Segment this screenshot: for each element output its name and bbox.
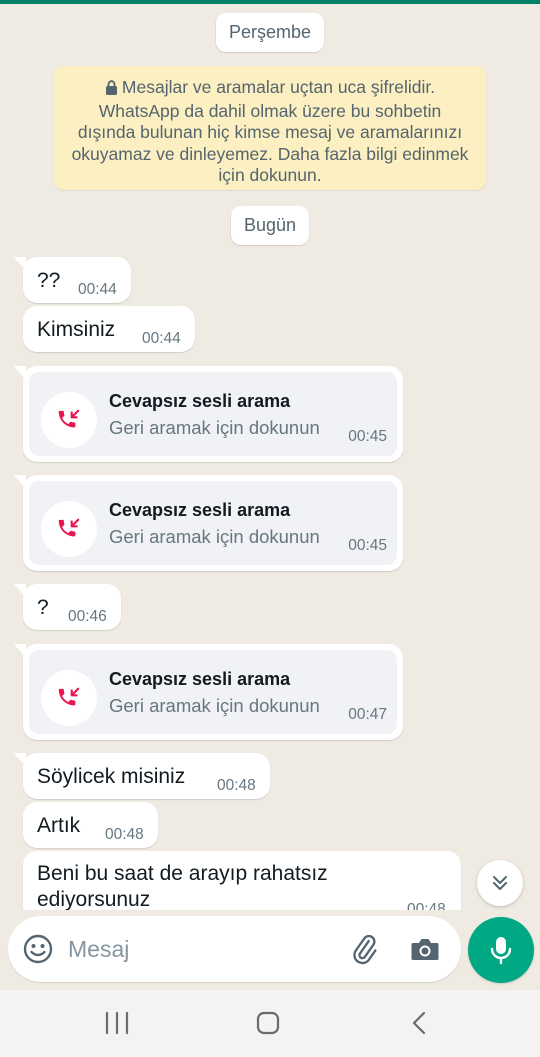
- missed-call-title: Cevapsız sesli arama: [109, 500, 291, 520]
- missed-call-subtitle: Geri aramak için dokunun: [109, 526, 320, 547]
- home-icon[interactable]: [255, 1010, 281, 1041]
- missed-call-subtitle: Geri aramak için dokunun: [109, 695, 320, 716]
- missed-call-card[interactable]: Cevapsız sesli arama Geri aramak için do…: [29, 372, 397, 456]
- message-time: 00:48: [105, 826, 144, 843]
- date-label-previous: Perşembe: [215, 13, 325, 52]
- date-label-today: Bugün: [230, 206, 310, 245]
- message-text: ??: [37, 269, 61, 292]
- message-time: 00:44: [142, 330, 181, 347]
- emoji-icon[interactable]: [22, 933, 54, 970]
- missed-call-bubble[interactable]: Cevapsız sesli arama Geri aramak için do…: [14, 475, 403, 571]
- message-bubble[interactable]: ?? 00:44: [14, 257, 131, 303]
- missed-call-card[interactable]: Cevapsız sesli arama Geri aramak için do…: [29, 650, 397, 734]
- back-icon[interactable]: [408, 1010, 432, 1041]
- message-time: 00:48: [217, 777, 256, 794]
- microphone-icon: [490, 937, 512, 965]
- lock-icon: [105, 79, 118, 101]
- recents-icon[interactable]: [103, 1010, 131, 1041]
- message-text: Beni bu saat de arayıp rahatsız ediyorsu…: [37, 862, 328, 910]
- message-bubble[interactable]: Kimsiniz 00:44: [23, 306, 195, 352]
- message-time: 00:46: [68, 608, 107, 625]
- chat-area[interactable]: Perşembe Mesajlar ve aramalar uçtan uca …: [0, 4, 540, 910]
- message-time: 00:45: [348, 428, 387, 445]
- message-text: ?: [37, 596, 49, 619]
- encryption-notice[interactable]: Mesajlar ve aramalar uçtan uca şifrelidi…: [54, 66, 486, 190]
- message-time: 00:44: [78, 281, 117, 298]
- message-time: 00:48: [407, 901, 446, 910]
- voice-record-button[interactable]: [468, 917, 534, 983]
- message-bubble[interactable]: ? 00:46: [14, 584, 121, 630]
- message-bubble[interactable]: Söylicek misiniz 00:48: [14, 753, 270, 799]
- missed-call-icon: [41, 670, 97, 726]
- double-chevron-down-icon: [493, 876, 507, 890]
- message-time: 00:45: [348, 537, 387, 554]
- system-navigation-bar: [0, 990, 540, 1057]
- missed-call-card[interactable]: Cevapsız sesli arama Geri aramak için do…: [29, 481, 397, 565]
- message-input[interactable]: Mesaj: [68, 936, 129, 963]
- message-text: Kimsiniz: [37, 318, 116, 341]
- missed-call-icon: [41, 501, 97, 557]
- message-text: Artık: [37, 814, 81, 837]
- missed-call-title: Cevapsız sesli arama: [109, 391, 291, 411]
- missed-call-bubble[interactable]: Cevapsız sesli arama Geri aramak için do…: [14, 644, 403, 740]
- encryption-notice-text: Mesajlar ve aramalar uçtan uca şifrelidi…: [71, 77, 469, 185]
- camera-icon[interactable]: [410, 935, 440, 968]
- scroll-to-bottom-button[interactable]: [477, 860, 523, 906]
- message-composer[interactable]: Mesaj: [8, 916, 461, 982]
- message-bubble[interactable]: Artık 00:48: [23, 802, 158, 848]
- message-time: 00:47: [348, 706, 387, 723]
- missed-call-bubble[interactable]: Cevapsız sesli arama Geri aramak için do…: [14, 366, 403, 462]
- paperclip-icon[interactable]: [348, 933, 380, 970]
- message-bubble[interactable]: Beni bu saat de arayıp rahatsız ediyorsu…: [23, 851, 461, 910]
- missed-call-title: Cevapsız sesli arama: [109, 669, 291, 689]
- missed-call-subtitle: Geri aramak için dokunun: [109, 417, 320, 438]
- message-text: Söylicek misiniz: [37, 765, 186, 788]
- missed-call-icon: [41, 392, 97, 448]
